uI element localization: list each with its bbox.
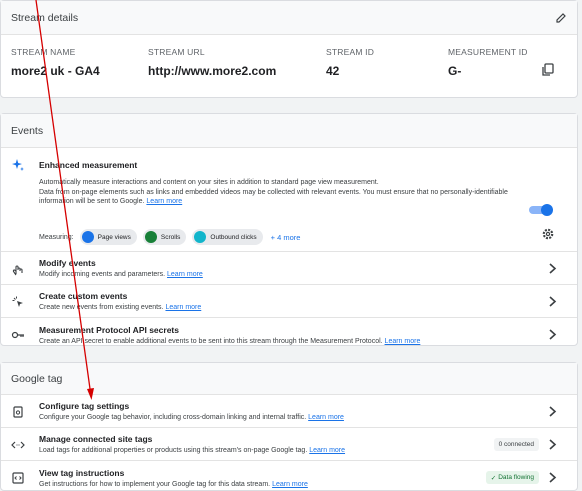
- stream-name-field: STREAM NAME more2 uk - GA4: [11, 47, 148, 78]
- stream-url-field: STREAM URL http://www.more2.com: [148, 47, 326, 78]
- code-window-icon: [12, 472, 24, 484]
- configure-tag-desc: Configure your Google tag behavior, incl…: [39, 414, 577, 421]
- custom-events-title: Create custom events: [39, 291, 128, 301]
- sparkle-icon: [12, 159, 24, 171]
- api-secrets-row[interactable]: Measurement Protocol API secrets Create …: [1, 318, 577, 351]
- data-flowing-text: Data flowing: [498, 474, 534, 481]
- toggle-knob: [541, 204, 553, 216]
- chip-scrolls[interactable]: Scrolls: [142, 229, 187, 245]
- custom-events-row[interactable]: Create custom events Create new events f…: [1, 285, 577, 318]
- stream-name-value: more2 uk - GA4: [11, 64, 100, 78]
- chevron-right-icon: [549, 406, 557, 417]
- modify-events-desc-text: Modify incoming events and parameters.: [39, 271, 166, 278]
- chip-page-views[interactable]: Page views: [79, 229, 137, 245]
- tag-instructions-learn-more[interactable]: Learn more: [272, 481, 308, 488]
- stream-id-label: STREAM ID: [326, 47, 375, 57]
- connected-tags-desc-text: Load tags for additional properties or p…: [39, 447, 308, 454]
- more-measurements-link[interactable]: + 4 more: [271, 233, 301, 242]
- edit-icon[interactable]: [555, 12, 567, 24]
- chevron-right-icon: [549, 439, 557, 450]
- chip-scrolls-label: Scrolls: [160, 233, 181, 241]
- api-secrets-desc-text: Create an API secret to enable additiona…: [39, 337, 383, 345]
- chip-page-views-label: Page views: [97, 233, 131, 241]
- custom-events-learn-more[interactable]: Learn more: [165, 304, 201, 311]
- key-icon: [11, 331, 24, 339]
- code-arrows-icon: [11, 441, 25, 449]
- enhanced-desc-line2: Data from on-page elements such as links…: [39, 188, 508, 206]
- stream-details-fields: STREAM NAME more2 uk - GA4 STREAM URL ht…: [1, 35, 577, 78]
- connected-count-text: 0 connected: [498, 441, 534, 448]
- modify-events-row[interactable]: Modify events Modify incoming events and…: [1, 252, 577, 285]
- custom-events-desc-text: Create new events from existing events.: [39, 304, 164, 311]
- stream-id-field: STREAM ID 42: [326, 47, 448, 78]
- configure-tag-learn-more[interactable]: Learn more: [308, 414, 344, 421]
- page: Stream details STREAM NAME more2 uk - GA…: [0, 0, 582, 491]
- tag-instructions-row[interactable]: View tag instructions Get instructions f…: [1, 461, 577, 491]
- modify-events-title: Modify events: [39, 258, 96, 268]
- outbound-link-icon: [194, 231, 207, 243]
- chevron-right-icon: [549, 472, 557, 483]
- stream-url-label: STREAM URL: [148, 47, 205, 57]
- configure-tag-desc-text: Configure your Google tag behavior, incl…: [39, 414, 307, 421]
- modify-events-desc: Modify incoming events and parameters. L…: [39, 271, 577, 278]
- api-secrets-title: Measurement Protocol API secrets: [39, 324, 179, 335]
- enhanced-measurement-section: Enhanced measurement Automatically measu…: [1, 148, 577, 252]
- click-spark-icon: [12, 296, 23, 307]
- stream-url-value: http://www.more2.com: [148, 64, 277, 78]
- events-title: Events: [11, 124, 44, 137]
- custom-events-desc: Create new events from existing events. …: [39, 304, 577, 311]
- stream-details-card: Stream details STREAM NAME more2 uk - GA…: [0, 0, 578, 98]
- chip-outbound-label: Outbound clicks: [210, 233, 257, 241]
- data-flowing-badge: ✓ Data flowing: [485, 471, 539, 484]
- chip-outbound-clicks[interactable]: Outbound clicks: [192, 229, 263, 245]
- events-card: Events Enhanced measurement Automaticall…: [0, 113, 578, 346]
- measuring-label: Measuring:: [39, 233, 74, 241]
- stream-details-header: Stream details: [1, 1, 577, 35]
- connected-count-badge: 0 connected: [493, 438, 539, 451]
- tag-settings-icon: [13, 406, 23, 418]
- enhanced-measurement-title: Enhanced measurement: [39, 160, 138, 170]
- chevron-right-icon: [549, 263, 557, 274]
- measuring-row: Measuring: Page views Scrolls Outbound c…: [39, 229, 300, 245]
- check-icon: ✓: [490, 474, 497, 482]
- connected-tags-row[interactable]: Manage connected site tags Load tags for…: [1, 428, 577, 461]
- measurement-id-label: MEASUREMENT ID: [448, 47, 528, 57]
- configure-tag-row[interactable]: Configure tag settings Configure your Go…: [1, 395, 577, 428]
- enhanced-desc-line1: Automatically measure interactions and c…: [39, 179, 379, 186]
- api-secrets-learn-more[interactable]: Learn more: [385, 338, 421, 345]
- eye-icon: [81, 231, 94, 243]
- gear-icon[interactable]: [541, 227, 555, 241]
- configure-tag-title: Configure tag settings: [39, 401, 130, 411]
- chevron-right-icon: [549, 296, 557, 307]
- stream-name-label: STREAM NAME: [11, 47, 76, 57]
- enhanced-learn-more-link[interactable]: Learn more: [146, 198, 182, 205]
- touch-icon: [12, 265, 23, 276]
- chevron-right-icon: [549, 329, 557, 340]
- scroll-icon: [144, 231, 157, 243]
- events-header: Events: [1, 114, 577, 148]
- stream-details-title: Stream details: [11, 11, 79, 24]
- enhanced-measurement-toggle[interactable]: [529, 204, 553, 216]
- google-tag-header: Google tag: [1, 363, 577, 395]
- google-tag-card: Google tag Configure tag settings Config…: [0, 362, 578, 491]
- google-tag-title: Google tag: [11, 372, 63, 385]
- connected-tags-learn-more[interactable]: Learn more: [309, 447, 345, 454]
- enhanced-measurement-desc: Automatically measure interactions and c…: [39, 178, 509, 207]
- modify-events-learn-more[interactable]: Learn more: [167, 271, 203, 278]
- api-secrets-desc: Create an API secret to enable additiona…: [39, 338, 577, 345]
- stream-id-value: 42: [326, 64, 340, 78]
- copy-icon[interactable]: [541, 63, 555, 77]
- tag-instructions-desc-text: Get instructions for how to implement yo…: [39, 480, 271, 488]
